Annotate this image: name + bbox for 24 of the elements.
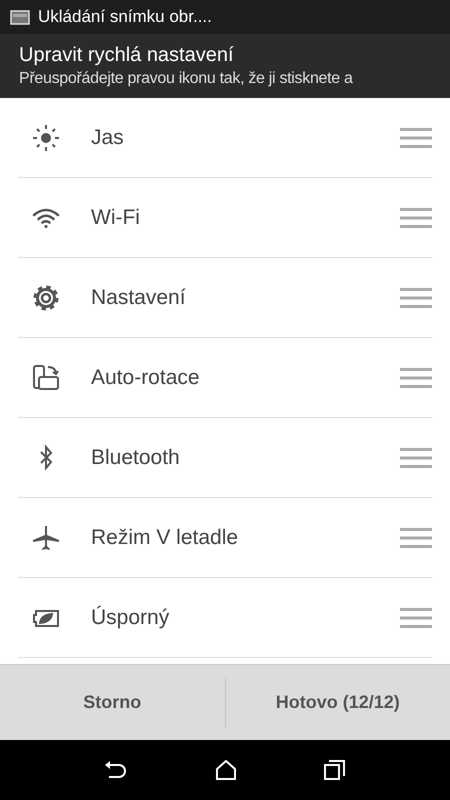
setting-label: Wi-Fi <box>91 206 141 230</box>
drag-handle-icon[interactable] <box>400 368 432 388</box>
setting-label: Auto-rotace <box>91 366 201 390</box>
header-subtitle: Přeuspořádejte pravou ikonu tak, že ji stisknete a <box>19 70 354 88</box>
sun-icon <box>31 122 61 152</box>
setting-label: Nastavení <box>91 286 187 310</box>
setting-label: Režim V letadle <box>91 526 240 550</box>
setting-label: Bluetooth <box>91 446 181 470</box>
setting-label: Úsporný <box>91 606 170 630</box>
rotate-icon <box>31 362 61 392</box>
drag-handle-icon[interactable] <box>400 528 432 548</box>
drag-handle-icon[interactable] <box>400 208 432 228</box>
drag-handle-icon[interactable] <box>400 448 432 468</box>
header-title: Upravit rychlá nastavení <box>19 44 235 67</box>
notification-text: Ukládání snímku obr.... <box>38 7 212 27</box>
image-icon <box>10 10 30 24</box>
drag-handle-icon[interactable] <box>400 288 432 308</box>
drag-handle-icon[interactable] <box>400 128 432 148</box>
settings-icon <box>31 282 61 312</box>
recent-apps-icon[interactable] <box>324 760 346 780</box>
home-icon[interactable] <box>214 760 237 780</box>
back-icon[interactable] <box>104 760 128 780</box>
drag-handle-icon[interactable] <box>400 608 432 628</box>
setting-label: Jas <box>91 126 125 150</box>
